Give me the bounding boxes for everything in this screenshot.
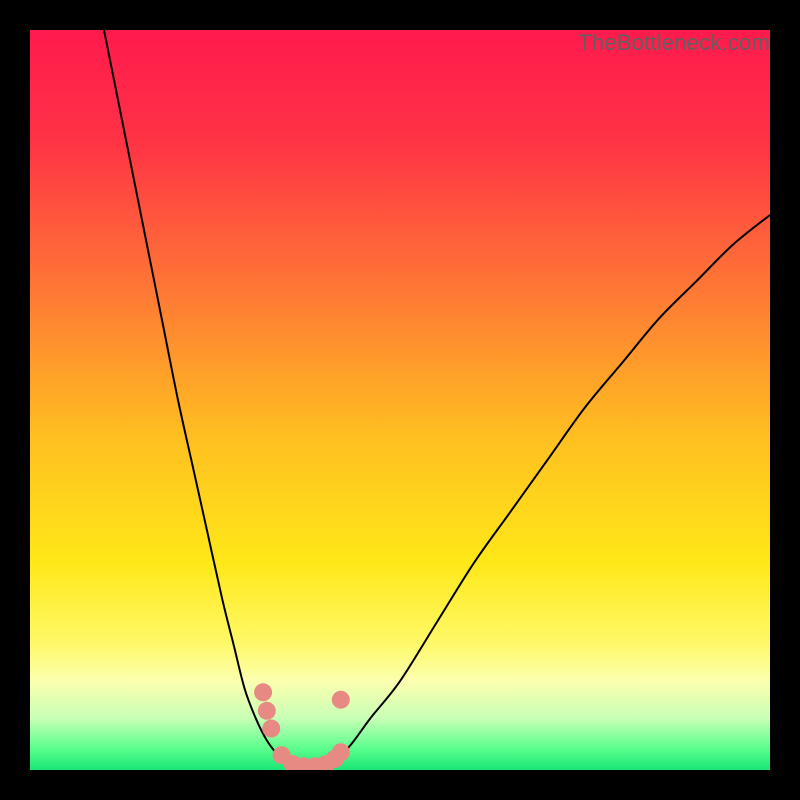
plot-area: TheBottleneck.com xyxy=(30,30,770,770)
data-marker xyxy=(258,702,276,720)
watermark-text: TheBottleneck.com xyxy=(578,30,770,56)
data-marker xyxy=(254,683,272,701)
data-marker xyxy=(332,691,350,709)
bottleneck-curve xyxy=(104,30,770,768)
data-marker xyxy=(332,743,350,761)
chart-svg xyxy=(30,30,770,770)
data-marker xyxy=(262,720,280,738)
outer-frame: TheBottleneck.com xyxy=(0,0,800,800)
